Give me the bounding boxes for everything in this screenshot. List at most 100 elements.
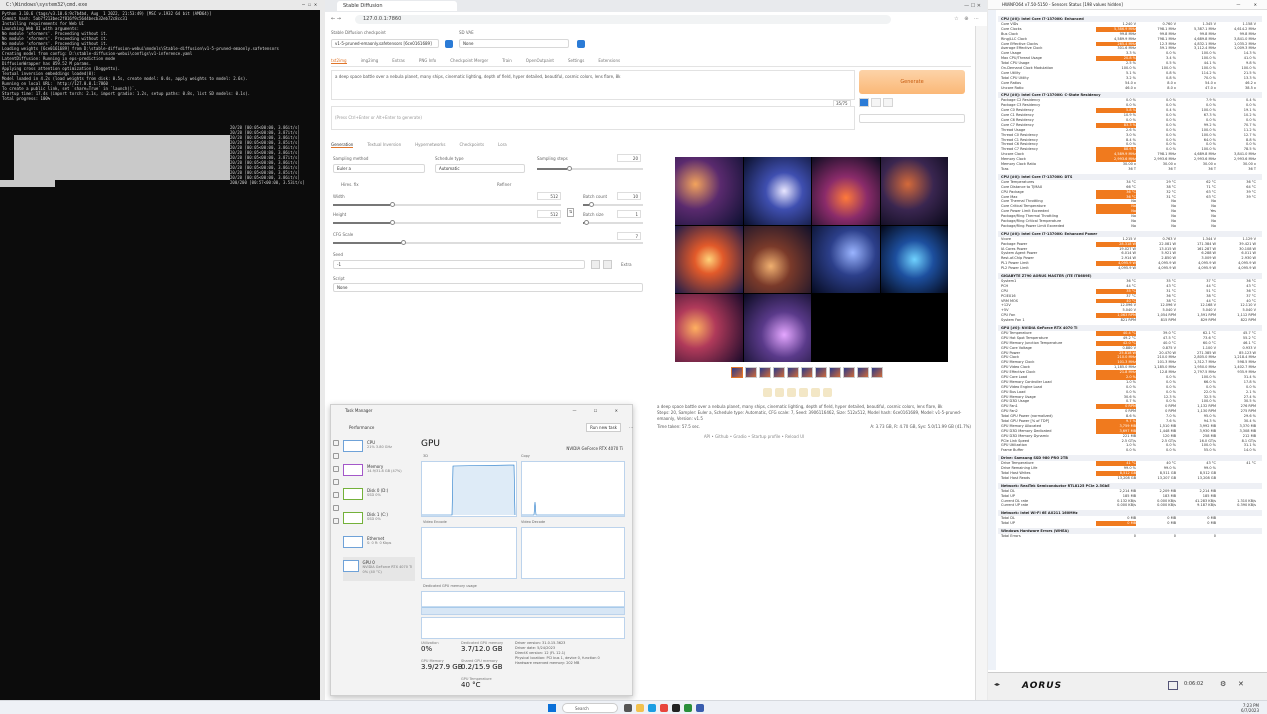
sensor-row[interactable]: Total Host Reads 13,208 GB 13,207 GB 13,208… xyxy=(998,476,1262,481)
performance-icon[interactable] xyxy=(333,453,339,459)
gallery-thumbnail[interactable] xyxy=(731,367,743,378)
batch-count-slider[interactable] xyxy=(583,202,643,207)
task-manager-window[interactable]: Task Manager — ☐ ✕ Performance Run new t… xyxy=(330,404,633,696)
system-tray[interactable]: 7:23 PM 6/7/2023 xyxy=(1241,703,1259,713)
save-icon[interactable] xyxy=(775,388,784,397)
tab-openoutpaint[interactable]: OpenOutpaint xyxy=(526,58,554,64)
browser-sidebar[interactable] xyxy=(975,26,987,700)
generated-image[interactable] xyxy=(880,225,948,294)
gallery-thumbnail[interactable] xyxy=(745,367,757,378)
generated-image[interactable] xyxy=(675,294,743,362)
height-slider[interactable] xyxy=(333,220,561,225)
users-icon[interactable] xyxy=(333,492,339,498)
sensor-row[interactable]: Total Errors 0 0 0 xyxy=(998,534,1262,539)
subtab-generation[interactable]: Generation xyxy=(331,142,354,148)
task-manager-icon[interactable] xyxy=(684,704,692,712)
task-view-icon[interactable] xyxy=(624,704,632,712)
generated-image[interactable] xyxy=(743,294,811,362)
perf-item-ethernet[interactable]: Ethernet S: 0 R: 0 Kbps xyxy=(343,533,415,557)
taskbar-search[interactable]: Search xyxy=(562,703,618,713)
refresh-vae-button[interactable] xyxy=(577,40,585,48)
nav-back-forward-icon[interactable]: ← → xyxy=(331,16,355,22)
send-to-img2img-icon[interactable] xyxy=(799,388,808,397)
style-paste-icon[interactable] xyxy=(871,98,881,107)
generated-image[interactable] xyxy=(812,157,880,225)
extra-checkbox[interactable]: Extra xyxy=(621,262,632,267)
sampling-method-select[interactable]: Euler a xyxy=(333,164,425,173)
sensor-row[interactable]: Tcas 36 T 36 T 36 T 36 T xyxy=(998,167,1262,172)
cfg-scale-input[interactable]: 7 xyxy=(617,232,641,240)
processes-icon[interactable] xyxy=(333,440,339,446)
task-manager-titlebar[interactable]: Task Manager — ☐ ✕ xyxy=(331,405,632,417)
task-manager-window-controls[interactable]: — ☐ ✕ xyxy=(573,405,632,417)
url-field[interactable]: 127.0.0.1:7860 xyxy=(355,14,891,24)
gallery-thumbnails[interactable] xyxy=(731,367,883,378)
batch-size-input[interactable]: 1 xyxy=(617,210,641,218)
batch-count-input[interactable]: 10 xyxy=(617,192,641,200)
tab-img2img[interactable]: img2img xyxy=(361,58,379,64)
tab-settings[interactable]: Settings xyxy=(568,58,584,64)
generated-image[interactable] xyxy=(880,157,948,225)
sensor-row[interactable]: Package/Ring Power Limit Exceeded No No No xyxy=(998,224,1262,229)
hwinfo-titlebar[interactable]: HWiNFO64 v7.50-5150 - Sensors Status [19… xyxy=(988,0,1267,10)
folder-icon[interactable] xyxy=(763,388,772,397)
image-grid[interactable] xyxy=(675,157,948,362)
perf-item-memory[interactable]: Memory 14.9/31.8 GB (47%) xyxy=(343,461,415,485)
seed-input[interactable]: -1 xyxy=(333,260,585,269)
negative-prompt-textarea[interactable]: (Press Ctrl+Enter or Alt+Enter to genera… xyxy=(331,106,855,130)
hwinfo-close-icon[interactable]: ✕ xyxy=(1238,680,1244,688)
sensor-row[interactable]: PL2 Power Limit 4,095.9 W 4,095.9 W 4,095.9… xyxy=(998,266,1262,271)
style-trash-icon[interactable] xyxy=(883,98,893,107)
gallery-thumbnail[interactable] xyxy=(829,367,841,378)
script-select[interactable]: None xyxy=(333,283,643,292)
recycle-icon[interactable] xyxy=(603,260,612,269)
gallery-thumbnail[interactable] xyxy=(773,367,785,378)
subtab-textual-inversion[interactable]: Textual Inversion xyxy=(367,142,401,148)
sensor-row[interactable]: Current UP rate 0.000 KB/s 0.000 KB/s 9.187… xyxy=(998,503,1262,508)
style-apply-icon[interactable] xyxy=(859,98,869,107)
hwinfo-window-controls[interactable]: — ✕ xyxy=(1236,0,1267,9)
refiner-checkbox[interactable]: Refiner xyxy=(497,182,511,187)
tab-png-info[interactable]: PNG Info xyxy=(419,58,436,64)
dice-icon[interactable] xyxy=(591,260,600,269)
sampling-steps-input[interactable]: 20 xyxy=(617,154,641,162)
start-button[interactable] xyxy=(548,704,556,712)
tab-checkpoint-merger[interactable]: Checkpoint Merger xyxy=(450,58,488,64)
gallery-thumbnail[interactable] xyxy=(759,367,771,378)
gallery-thumbnail[interactable] xyxy=(843,367,855,378)
browser-window-controls[interactable]: — ☐ ✕ xyxy=(947,3,987,9)
edge-icon[interactable] xyxy=(648,704,656,712)
startup-apps-icon[interactable] xyxy=(333,479,339,485)
hwinfo-network-icon[interactable] xyxy=(1168,681,1178,690)
perf-item-cpu[interactable]: CPU 21% 3.80 GHz xyxy=(343,437,415,461)
tab-extensions[interactable]: Extensions xyxy=(598,58,620,64)
hires-fix-checkbox[interactable]: Hires. fix xyxy=(341,182,359,187)
perf-item-disk-1-c[interactable]: Disk 1 (C:) SSD 0% xyxy=(343,509,415,533)
gallery-thumbnail[interactable] xyxy=(871,367,883,378)
browser-extension-icons[interactable]: ☆ ⊕ ⋯ xyxy=(891,16,981,22)
width-input[interactable]: 512 xyxy=(537,192,561,200)
zip-icon[interactable] xyxy=(787,388,796,397)
send-to-inpaint-icon[interactable] xyxy=(811,388,820,397)
prompt-textarea[interactable]: a deep space battle over a nebula planet… xyxy=(331,70,855,100)
generated-image[interactable] xyxy=(675,157,743,225)
perf-item-gpu-0[interactable]: GPU 0 NVIDIA GeForce RTX 4070 Ti 0% (40 °… xyxy=(343,557,415,581)
services-icon[interactable] xyxy=(333,518,339,524)
generated-image[interactable] xyxy=(812,225,880,294)
tab-train[interactable]: Train xyxy=(502,58,512,64)
run-new-task-button[interactable]: Run new task xyxy=(586,422,621,432)
swap-dimensions-icon[interactable]: ⇅ xyxy=(567,208,574,217)
subtab-lora[interactable]: Lora xyxy=(498,142,507,148)
browser-tab[interactable]: Stable Diffusion xyxy=(337,1,457,11)
hwinfo-window[interactable]: HWiNFO64 v7.50-5150 - Sensors Status [19… xyxy=(988,0,1267,700)
sensor-row[interactable]: Uncore Ratio 46.0 x 8.0 x 47.0 x 38.5 x xyxy=(998,86,1262,91)
checkpoint-select[interactable]: v1-5-pruned-emaonly.safetensors [6ce0161… xyxy=(331,39,439,48)
tab-extras[interactable]: Extras xyxy=(392,58,405,64)
refresh-checkpoint-button[interactable] xyxy=(445,40,453,48)
width-slider[interactable] xyxy=(333,202,561,207)
cfg-scale-slider[interactable] xyxy=(333,240,643,245)
details-icon[interactable] xyxy=(333,505,339,511)
generated-image[interactable] xyxy=(743,225,811,294)
terminal-titlebar[interactable]: C:\Windows\system32\cmd.exe — ☐ ✕ xyxy=(0,0,320,10)
app-history-icon[interactable] xyxy=(333,466,339,472)
